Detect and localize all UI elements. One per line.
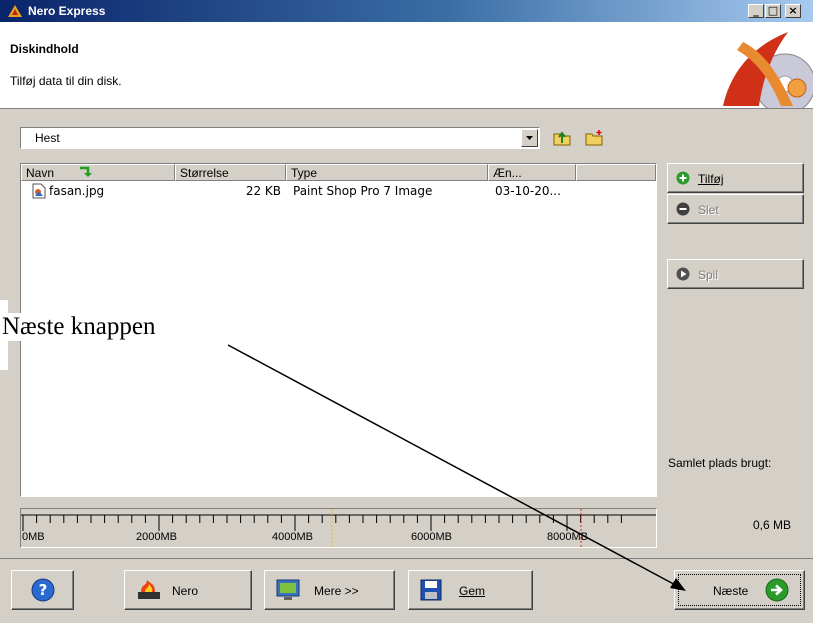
nero-express-window: Nero Express _ □ × Diskindhold Tilføj da… — [0, 0, 813, 623]
annotation-arrow — [227, 344, 686, 591]
